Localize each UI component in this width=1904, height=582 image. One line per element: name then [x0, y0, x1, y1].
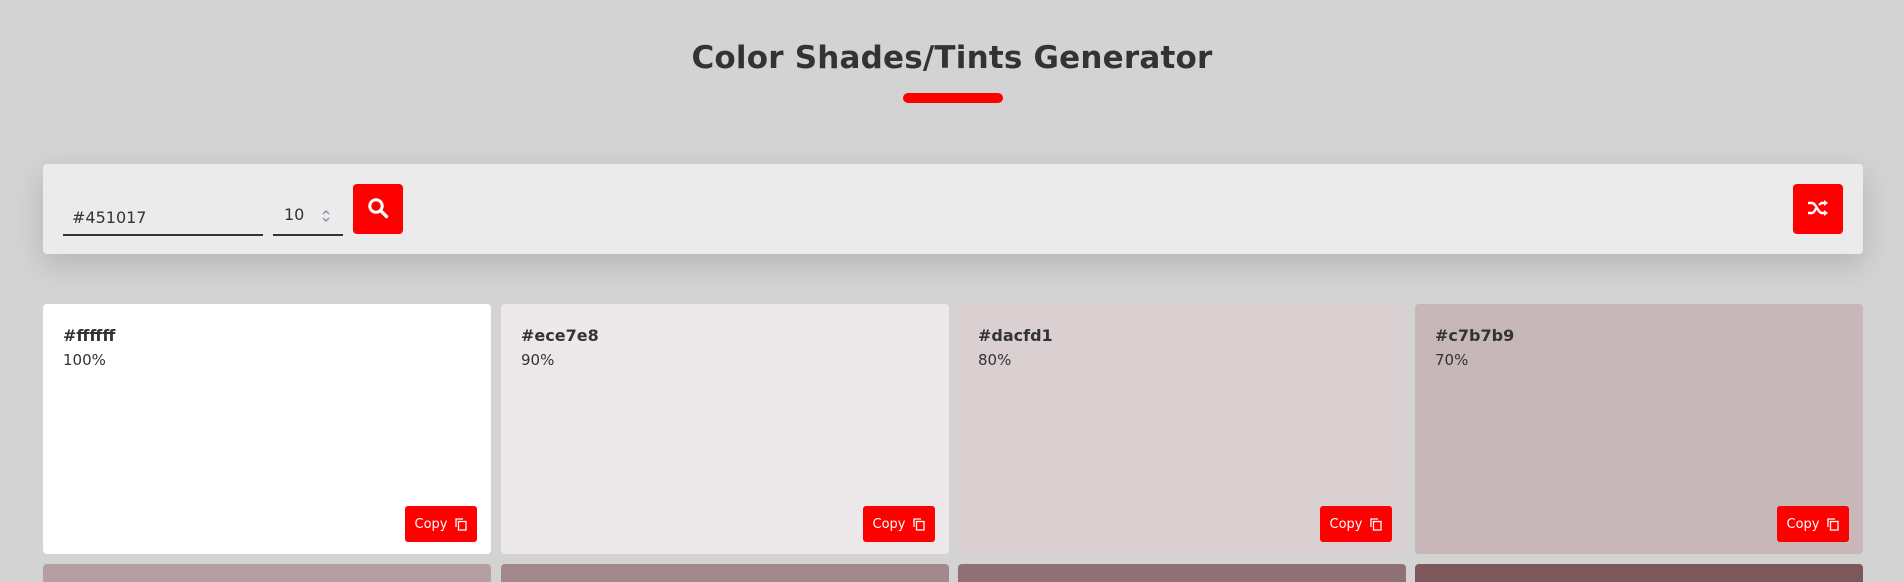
card-percent: 90% [521, 351, 555, 369]
copy-button[interactable]: Copy [1320, 506, 1392, 542]
card-hex: #ece7e8 [521, 326, 599, 345]
page: Color Shades/Tints Generator 10 [0, 0, 1904, 582]
card-hex: #ffffff [63, 326, 116, 345]
color-card [43, 564, 491, 582]
card-percent: 80% [978, 351, 1012, 369]
copy-icon [455, 517, 468, 531]
copy-icon [1827, 517, 1840, 531]
color-card [958, 564, 1406, 582]
shuffle-icon [1807, 199, 1829, 220]
search-icon [367, 197, 389, 222]
copy-label: Copy [1329, 516, 1363, 532]
copy-button[interactable]: Copy [1777, 506, 1849, 542]
color-card: #c7b7b9 70% Copy [1415, 304, 1863, 554]
color-card [1415, 564, 1863, 582]
color-card: #dacfd1 80% Copy [958, 304, 1406, 554]
spinner-arrows-icon[interactable] [321, 208, 331, 224]
card-hex: #c7b7b9 [1435, 326, 1515, 345]
page-title: Color Shades/Tints Generator [691, 40, 1213, 76]
copy-button[interactable]: Copy [863, 506, 935, 542]
copy-label: Copy [414, 516, 448, 532]
copy-icon [913, 517, 926, 531]
color-input[interactable] [63, 196, 263, 236]
copy-button[interactable]: Copy [405, 506, 477, 542]
copy-icon [1370, 517, 1383, 531]
shuffle-button[interactable] [1793, 184, 1843, 234]
card-hex: #dacfd1 [978, 326, 1053, 345]
title-underline [903, 93, 1003, 103]
copy-label: Copy [1786, 516, 1820, 532]
color-card [501, 564, 949, 582]
color-card: #ece7e8 90% Copy [501, 304, 949, 554]
count-stepper[interactable]: 10 [273, 196, 343, 236]
search-button[interactable] [353, 184, 403, 234]
card-percent: 100% [63, 351, 106, 369]
card-percent: 70% [1435, 351, 1469, 369]
toolbar: 10 [43, 164, 1863, 254]
color-card: #ffffff 100% Copy [43, 304, 491, 554]
count-value: 10 [284, 205, 305, 224]
copy-label: Copy [872, 516, 906, 532]
